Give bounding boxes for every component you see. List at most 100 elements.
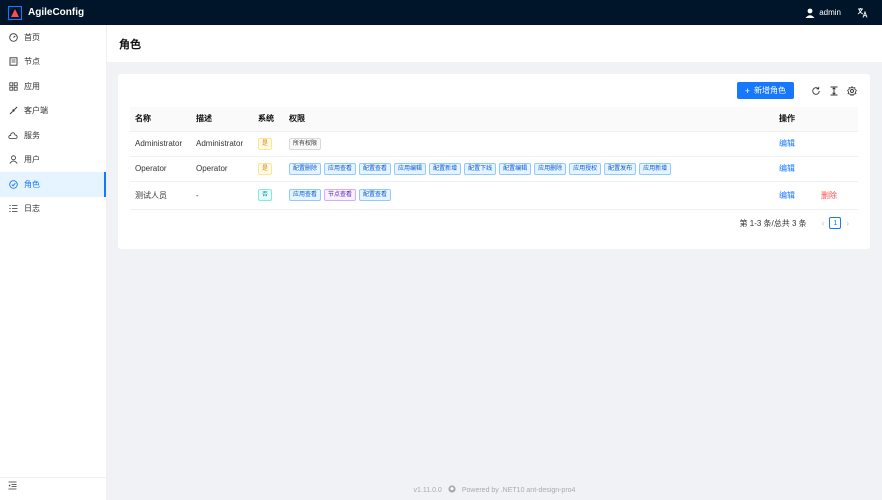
permission-tag: 应用查看 [289, 189, 322, 201]
user-avatar-icon [805, 8, 815, 18]
setting-icon[interactable] [846, 85, 858, 97]
pagination: 第 1-3 条/总共 3 条 ‹ 1 › [740, 217, 854, 229]
sidebar-item-users[interactable]: 用户 [0, 148, 106, 173]
actions-cell: 编辑 [774, 156, 858, 182]
permission-tag: 应用查看 [324, 162, 357, 175]
sidebar-item-label: 首页 [24, 32, 40, 42]
roles-card: + 新增角色 名称 描述 系统 权限 操作 Administrator Admi… [118, 74, 870, 249]
sidebar-item-nodes[interactable]: 节点 [0, 50, 106, 75]
logo-icon [8, 5, 22, 20]
role-desc: Operator [191, 156, 253, 182]
table-header-row: 名称 描述 系统 权限 操作 [130, 107, 858, 132]
system-cell: 否 [253, 181, 284, 210]
role-name: Operator [130, 156, 191, 182]
table-toolbar: + 新增角色 [736, 82, 858, 99]
role-name: 测试人员 [130, 181, 191, 210]
username: admin [819, 8, 841, 17]
menu-fold-icon[interactable] [8, 481, 17, 492]
sidebar-item-label: 用户 [24, 155, 40, 165]
table-row: Administrator Administrator 是 所有权限 编辑 [130, 131, 858, 157]
sidebar-item-label: 日志 [24, 204, 40, 214]
table-row: Operator Operator 是 配置删除 应用查看 配置查看 应用编辑 配置新增… [130, 156, 858, 182]
permission-tag: 配置新增 [429, 162, 462, 175]
plus-icon: + [744, 85, 750, 96]
permission-tag: 所有权限 [289, 137, 322, 150]
next-page-icon[interactable]: › [846, 219, 849, 228]
permission-tag: 配置删除 [289, 162, 322, 175]
logo[interactable]: AgileConfig [8, 5, 85, 20]
sidebar-item-label: 客户端 [24, 106, 48, 116]
permission-tag: 配置下线 [464, 162, 497, 175]
edit-link[interactable]: 编辑 [779, 191, 795, 200]
client-icon [8, 106, 18, 116]
sidebar-item-services[interactable]: 服务 [0, 123, 106, 148]
system-tag: 是 [258, 137, 273, 150]
page-header: 角色 [107, 25, 882, 62]
footer-version: v1.11.0.0 [413, 486, 442, 494]
role-name: Administrator [130, 131, 191, 157]
roles-table: 名称 描述 系统 权限 操作 Administrator Administrat… [130, 107, 858, 210]
permission-tag: 节点查看 [324, 189, 357, 201]
permission-tag: 配置编辑 [499, 162, 532, 175]
column-header-actions: 操作 [774, 107, 858, 132]
column-header-name[interactable]: 名称 [130, 107, 191, 132]
dashboard-icon [8, 32, 18, 42]
permission-tag: 配置发布 [604, 162, 637, 175]
system-tag: 否 [258, 189, 273, 201]
add-role-label: 新增角色 [754, 86, 786, 95]
column-header-system[interactable]: 系统 [253, 107, 284, 132]
page-number-button[interactable]: 1 [829, 217, 842, 229]
log-icon [8, 204, 18, 214]
table-row: 测试人员 - 否 应用查看 节点查看 配置查看 编辑 删除 [130, 181, 858, 210]
system-tag: 是 [258, 162, 273, 175]
actions-cell: 编辑 [774, 131, 858, 157]
sidebar-item-logs[interactable]: 日志 [0, 197, 106, 222]
permissions-cell: 所有权限 [284, 131, 774, 157]
edit-link[interactable]: 编辑 [779, 139, 795, 148]
top-bar: AgileConfig admin [0, 0, 882, 25]
cloud-icon [8, 130, 18, 140]
permissions-cell: 应用查看 节点查看 配置查看 [284, 181, 774, 210]
system-cell: 是 [253, 131, 284, 157]
permissions-cell: 配置删除 应用查看 配置查看 应用编辑 配置新增 配置下线 配置编辑 应用删除 应用授权 配置发布… [284, 156, 774, 182]
column-height-icon[interactable] [828, 85, 840, 97]
sidebar-item-roles[interactable]: 角色 [0, 172, 106, 197]
delete-link[interactable]: 删除 [821, 191, 837, 200]
sidebar-item-label: 服务 [24, 130, 40, 140]
reload-icon[interactable] [810, 85, 822, 97]
sidebar-item-apps[interactable]: 应用 [0, 74, 106, 99]
user-icon [8, 155, 18, 165]
sidebar-item-label: 节点 [24, 57, 40, 67]
github-icon[interactable] [448, 485, 456, 495]
permission-tag: 应用编辑 [394, 162, 427, 175]
column-header-desc[interactable]: 描述 [191, 107, 253, 132]
sidebar-item-label: 应用 [24, 81, 40, 91]
role-desc: Administrator [191, 131, 253, 157]
role-desc: - [191, 181, 253, 210]
sidebar-divider [0, 477, 106, 478]
permission-tag: 应用删除 [534, 162, 567, 175]
column-header-permissions[interactable]: 权限 [284, 107, 774, 132]
pagination-total: 第 1-3 条/总共 3 条 [739, 218, 807, 228]
footer: v1.11.0.0 Powered by .NET10 ant-design-p… [107, 485, 882, 495]
sidebar-item-home[interactable]: 首页 [0, 25, 106, 50]
sidebar-item-clients[interactable]: 客户端 [0, 99, 106, 124]
app-title: AgileConfig [28, 7, 85, 18]
page-title: 角色 [119, 38, 141, 51]
translate-icon[interactable] [857, 7, 868, 18]
node-icon [8, 57, 18, 67]
sidebar: 首页 节点 应用 客户端 服务 用户 角色 日志 [0, 25, 107, 500]
sidebar-item-label: 角色 [24, 179, 40, 189]
prev-page-icon[interactable]: ‹ [822, 219, 825, 228]
permission-tag: 应用授权 [569, 162, 602, 175]
permission-tag: 配置查看 [359, 162, 392, 175]
role-icon [8, 179, 18, 189]
user-menu[interactable]: admin [805, 8, 841, 18]
add-role-button[interactable]: + 新增角色 [736, 82, 794, 99]
app-icon [8, 81, 18, 91]
permission-tag: 配置查看 [359, 189, 392, 201]
system-cell: 是 [253, 156, 284, 182]
footer-powered: Powered by .NET10 ant-design-pro4 [461, 486, 576, 494]
edit-link[interactable]: 编辑 [779, 164, 795, 173]
actions-cell: 编辑 删除 [774, 181, 858, 210]
